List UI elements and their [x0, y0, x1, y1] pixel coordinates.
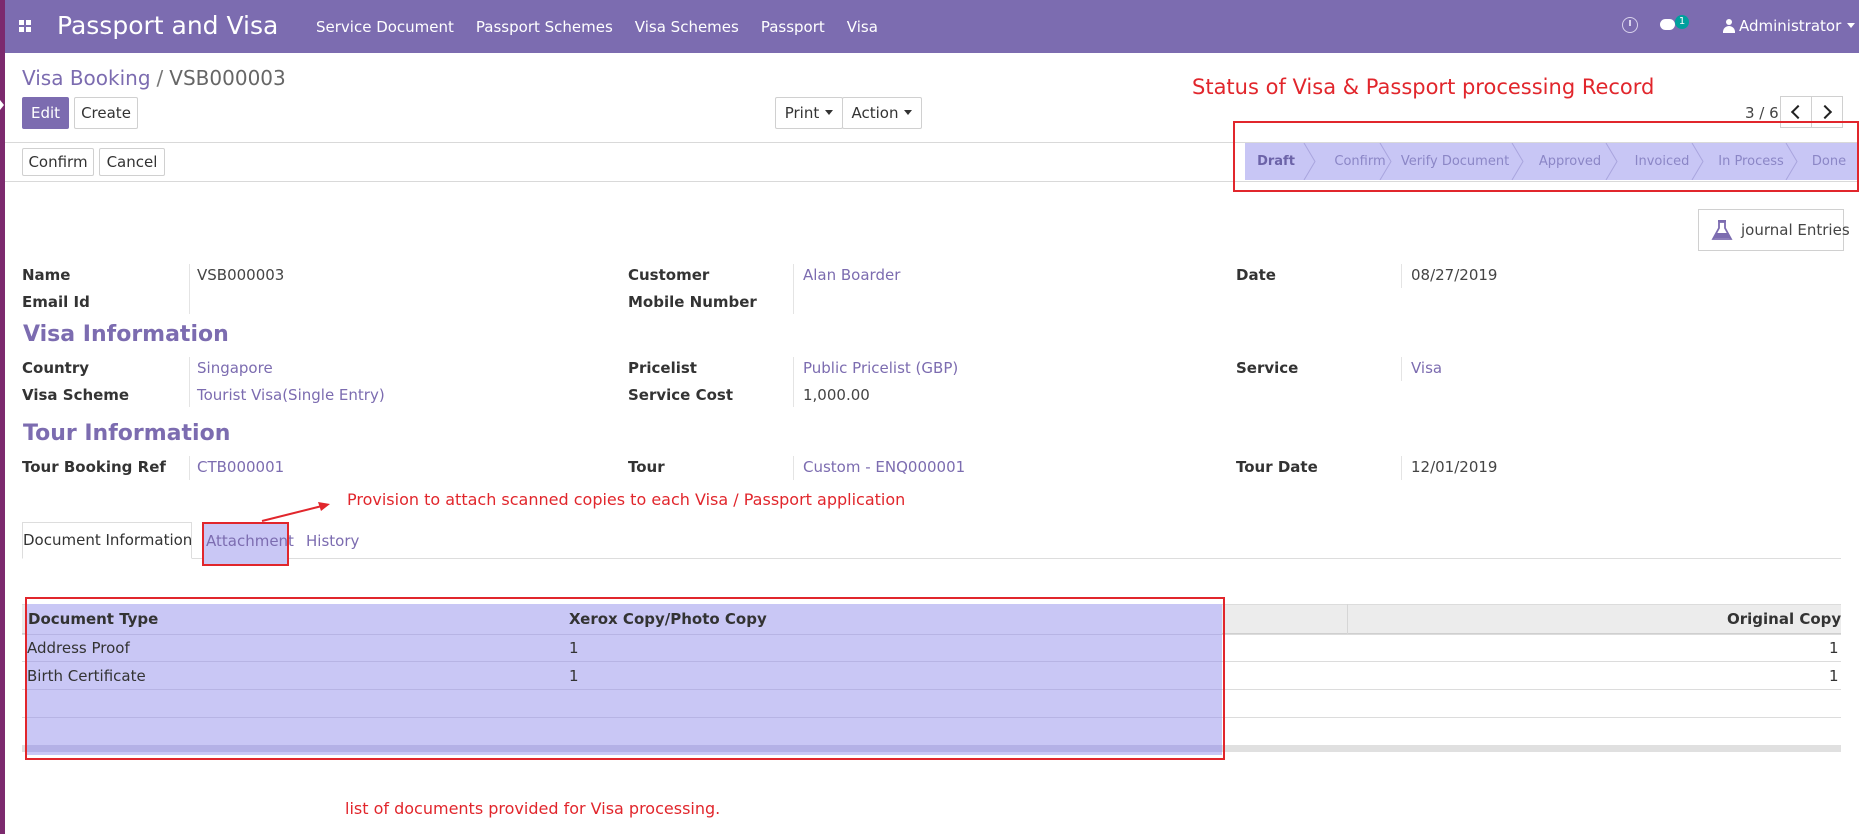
menu-passport-schemes[interactable]: Passport Schemes: [476, 18, 613, 36]
cancel-button[interactable]: Cancel: [99, 148, 165, 176]
breadcrumb-current: VSB000003: [169, 66, 286, 90]
country-link[interactable]: Singapore: [197, 359, 273, 377]
journal-entries-button[interactable]: journal Entries: [1698, 209, 1850, 251]
column-header-original-copy[interactable]: Original Copy: [1727, 610, 1841, 628]
name-label: Name: [22, 266, 71, 284]
left-edge-bar: [0, 0, 5, 834]
menu-service-document[interactable]: Service Document: [316, 18, 454, 36]
field-divider: [1401, 357, 1402, 381]
activity-clock-icon[interactable]: [1622, 17, 1638, 33]
annotation-table-box: [25, 597, 1225, 760]
cell-original-copy: 1: [1829, 667, 1839, 685]
tab-document-information[interactable]: Document Information: [22, 522, 192, 559]
chat-bubble-icon: [1660, 19, 1675, 30]
chevron-right-icon: [1817, 104, 1833, 120]
tour-date-label: Tour Date: [1236, 458, 1318, 476]
caret-down-icon: [904, 110, 913, 115]
tour-information-heading: Tour Information: [23, 421, 231, 446]
breadcrumb-parent[interactable]: Visa Booking: [22, 66, 151, 90]
visa-scheme-label: Visa Scheme: [22, 386, 130, 404]
flask-icon: [1711, 220, 1733, 240]
caret-down-icon: [825, 110, 834, 115]
pricelist-label: Pricelist: [628, 359, 697, 377]
cell-original-copy: 1: [1829, 639, 1839, 657]
country-label: Country: [22, 359, 90, 377]
confirm-button[interactable]: Confirm: [22, 148, 94, 176]
annotation-attachment: Provision to attach scanned copies to ea…: [347, 490, 906, 509]
tour-link[interactable]: Custom - ENQ000001: [803, 458, 965, 476]
messages-count-badge: 1: [1675, 15, 1689, 29]
create-button[interactable]: Create: [74, 97, 138, 129]
service-link[interactable]: Visa: [1411, 359, 1442, 377]
date-value: 08/27/2019: [1411, 266, 1498, 284]
collapse-arrow-icon[interactable]: [0, 100, 4, 110]
customer-label: Customer: [628, 266, 710, 284]
breadcrumb: Visa Booking / VSB000003: [22, 66, 286, 90]
journal-entries-label: journal Entries: [1741, 221, 1850, 239]
field-divider: [189, 357, 190, 407]
app-title[interactable]: Passport and Visa: [57, 11, 278, 40]
action-label: Action: [851, 104, 899, 122]
service-label: Service: [1236, 359, 1299, 377]
date-label: Date: [1236, 266, 1276, 284]
field-divider: [189, 456, 190, 480]
visa-information-heading: Visa Information: [23, 322, 229, 347]
tour-label: Tour: [628, 458, 665, 476]
field-divider: [793, 264, 794, 314]
pricelist-link[interactable]: Public Pricelist (GBP): [803, 359, 958, 377]
edit-button[interactable]: Edit: [22, 97, 69, 129]
print-button[interactable]: Print: [775, 97, 843, 129]
breadcrumb-separator: /: [156, 66, 164, 90]
tab-history[interactable]: History: [306, 532, 359, 550]
chevron-left-icon: [1790, 104, 1806, 120]
tour-date-value: 12/01/2019: [1411, 458, 1498, 476]
name-value: VSB000003: [197, 266, 285, 284]
top-navbar: Passport and Visa Service Document Passp…: [5, 0, 1859, 53]
column-divider: [1347, 604, 1348, 634]
main-menu: Service Document Passport Schemes Visa S…: [316, 0, 900, 53]
tour-booking-ref-label: Tour Booking Ref: [22, 458, 166, 476]
visa-scheme-link[interactable]: Tourist Visa(Single Entry): [197, 386, 385, 404]
service-cost-label: Service Cost: [628, 386, 733, 404]
field-divider: [793, 456, 794, 480]
tabs-baseline: [22, 558, 1841, 559]
menu-visa[interactable]: Visa: [847, 18, 878, 36]
pager-value: 3 / 6: [1745, 104, 1779, 122]
customer-link[interactable]: Alan Boarder: [803, 266, 900, 284]
service-cost-value: 1,000.00: [803, 386, 870, 404]
user-icon: [1723, 19, 1735, 33]
email-label: Email Id: [22, 293, 90, 311]
tour-booking-ref-link[interactable]: CTB000001: [197, 458, 284, 476]
menu-visa-schemes[interactable]: Visa Schemes: [635, 18, 739, 36]
annotation-attachment-box: [202, 522, 289, 566]
caret-down-icon: [1847, 23, 1856, 28]
annotation-status-box: [1233, 121, 1859, 192]
menu-passport[interactable]: Passport: [761, 18, 825, 36]
field-divider: [793, 357, 794, 407]
field-divider: [1401, 456, 1402, 480]
field-divider: [1401, 264, 1402, 288]
apps-grid-icon[interactable]: [15, 16, 37, 38]
field-divider: [189, 264, 190, 314]
user-name: Administrator: [1739, 17, 1842, 35]
user-menu[interactable]: Administrator: [1723, 17, 1856, 35]
annotation-status: Status of Visa & Passport processing Rec…: [1192, 75, 1655, 99]
annotation-documents-list: list of documents provided for Visa proc…: [345, 799, 721, 818]
action-button[interactable]: Action: [842, 97, 922, 129]
mobile-label: Mobile Number: [628, 293, 757, 311]
print-label: Print: [784, 104, 820, 122]
